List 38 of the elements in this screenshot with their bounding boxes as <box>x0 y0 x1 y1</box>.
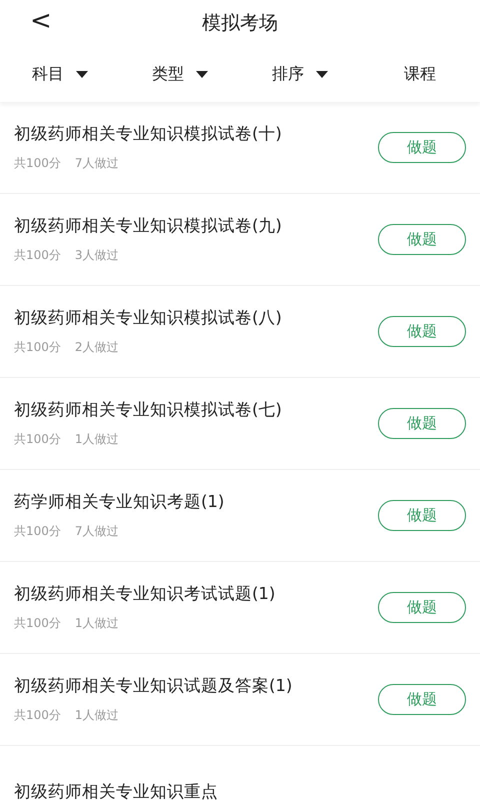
back-button[interactable]: < <box>24 6 58 36</box>
practice-button[interactable]: 做题 <box>378 316 466 347</box>
practice-button[interactable]: 做题 <box>378 132 466 163</box>
practice-button[interactable]: 做题 <box>378 408 466 439</box>
attempt-count: 1人做过 <box>74 615 119 632</box>
filter-dropdown[interactable]: 排序 <box>240 62 360 86</box>
total-score: 共100分 <box>14 523 61 540</box>
practice-button[interactable]: 做题 <box>378 684 466 715</box>
practice-button[interactable]: 做题 <box>378 592 466 623</box>
filter-dropdown[interactable]: 课程 <box>360 62 480 86</box>
total-score: 共100分 <box>14 247 61 264</box>
practice-button[interactable]: 做题 <box>378 500 466 531</box>
attempt-count: 1人做过 <box>74 707 119 724</box>
paper-title: 初级药师相关专业知识模拟试卷(九) <box>14 215 283 237</box>
attempt-count: 1人做过 <box>74 431 119 448</box>
page-title: 模拟考场 <box>202 11 278 36</box>
filter-dropdown[interactable]: 科目 <box>0 62 120 86</box>
caret-icon <box>196 70 208 78</box>
total-score: 共100分 <box>14 155 61 172</box>
total-score: 共100分 <box>14 707 61 724</box>
total-score: 共100分 <box>14 615 61 632</box>
caret-icon <box>316 70 328 78</box>
paper-title: 初级药师相关专业知识模拟试卷(七) <box>14 399 283 421</box>
caret-icon <box>76 70 88 78</box>
total-score: 共100分 <box>14 431 61 448</box>
practice-button[interactable]: 做题 <box>378 224 466 255</box>
paper-title: 初级药师相关专业知识模拟试卷(八) <box>14 307 283 329</box>
paper-title: 初级药师相关专业知识模拟试卷(十) <box>14 123 283 145</box>
paper-title: 初级药师相关专业知识重点 <box>14 780 219 800</box>
attempt-count: 3人做过 <box>74 247 119 264</box>
paper-title: 初级药师相关专业知识试题及答案(1) <box>14 675 294 697</box>
paper-title: 药学师相关专业知识考题(1) <box>14 491 226 513</box>
attempt-count: 7人做过 <box>74 155 119 172</box>
filter-dropdown[interactable]: 类型 <box>120 62 240 86</box>
total-score: 共100分 <box>14 339 61 356</box>
attempt-count: 2人做过 <box>74 339 119 356</box>
attempt-count: 7人做过 <box>74 523 119 540</box>
paper-title: 初级药师相关专业知识考试试题(1) <box>14 583 276 605</box>
